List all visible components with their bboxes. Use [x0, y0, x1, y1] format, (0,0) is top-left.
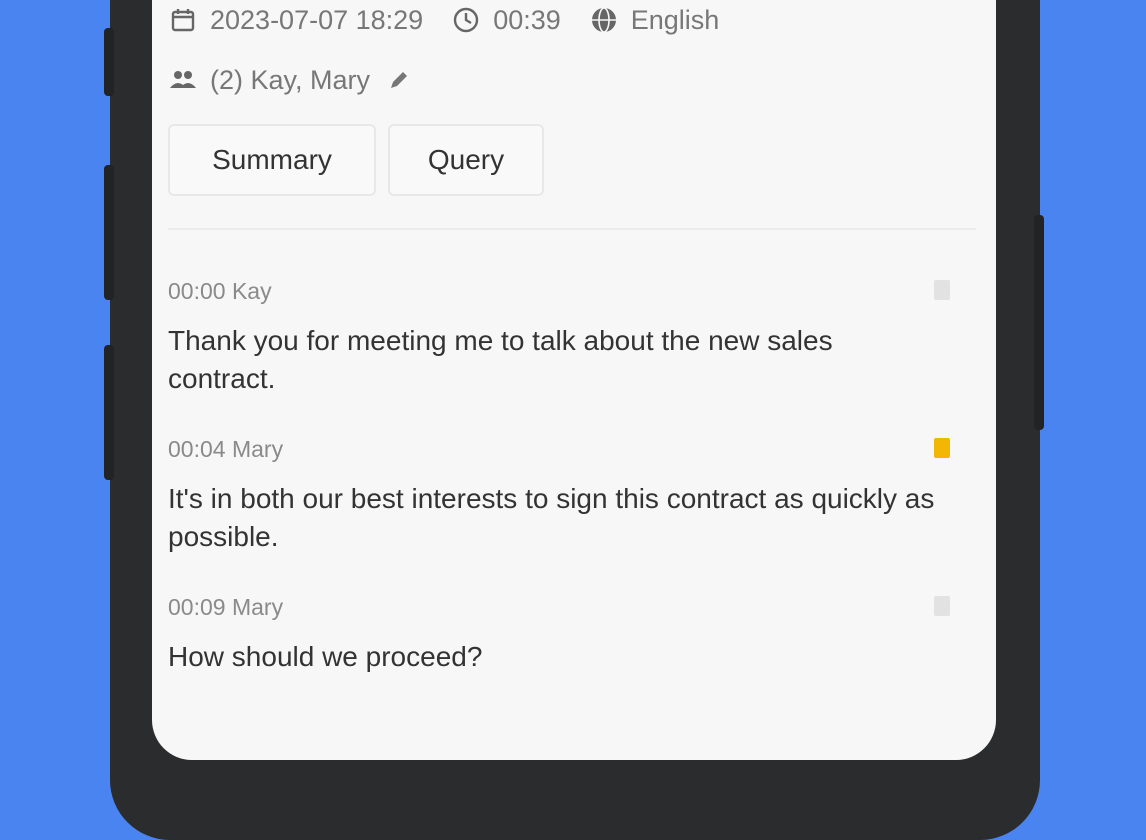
- bookmark-icon[interactable]: [934, 280, 950, 300]
- entry-text: Thank you for meeting me to talk about t…: [168, 325, 833, 394]
- entry-header: 00:04 Mary: [168, 432, 980, 466]
- pencil-icon[interactable]: [384, 65, 414, 95]
- divider: [168, 228, 976, 230]
- date-item: 2023-07-07 18:29: [168, 5, 423, 36]
- globe-icon: [589, 5, 619, 35]
- app-screen: 2023-07-07 18:29 00:39 English (2) Kay, …: [152, 0, 996, 760]
- phone-side-button: [104, 345, 114, 480]
- clock-icon: [451, 5, 481, 35]
- transcript-entry[interactable]: 00:04 Mary It's in both our best interes…: [168, 432, 980, 556]
- action-buttons: Summary Query: [168, 124, 980, 196]
- transcript-list: 00:00 Kay Thank you for meeting me to ta…: [168, 274, 980, 676]
- calendar-icon: [168, 5, 198, 35]
- participants-text: (2) Kay, Mary: [210, 64, 371, 95]
- bookmark-icon[interactable]: [934, 438, 950, 458]
- recording-date: 2023-07-07 18:29: [210, 4, 424, 35]
- entry-speaker: Kay: [231, 278, 272, 304]
- entry-speaker: Mary: [231, 436, 284, 462]
- entry-text: How should we proceed?: [168, 641, 483, 672]
- recording-duration: 00:39: [493, 4, 561, 35]
- entry-speaker: Mary: [231, 594, 284, 620]
- entry-header: 00:09 Mary: [168, 590, 980, 624]
- transcript-entry[interactable]: 00:00 Kay Thank you for meeting me to ta…: [168, 274, 980, 398]
- bookmark-icon[interactable]: [934, 596, 950, 616]
- duration-item: 00:39: [451, 5, 561, 36]
- query-button[interactable]: Query: [388, 124, 544, 196]
- recording-language: English: [630, 4, 720, 35]
- recording-detail: 2023-07-07 18:29 00:39 English (2) Kay, …: [168, 0, 980, 710]
- phone-side-button: [1034, 215, 1044, 430]
- entry-time: 00:00: [168, 278, 226, 304]
- entry-time: 00:09: [168, 594, 226, 620]
- entry-header: 00:00 Kay: [168, 274, 980, 308]
- participants-row: (2) Kay, Mary: [168, 60, 980, 100]
- transcript-entry[interactable]: 00:09 Mary How should we proceed?: [168, 590, 980, 676]
- entry-time: 00:04: [168, 436, 226, 462]
- summary-button[interactable]: Summary: [168, 124, 376, 196]
- recording-meta: 2023-07-07 18:29 00:39 English: [168, 0, 980, 40]
- phone-side-button: [104, 165, 114, 300]
- language-item: English: [589, 4, 720, 36]
- phone-side-button: [104, 28, 114, 96]
- entry-text: It's in both our best interests to sign …: [168, 483, 935, 552]
- people-icon: [168, 65, 198, 95]
